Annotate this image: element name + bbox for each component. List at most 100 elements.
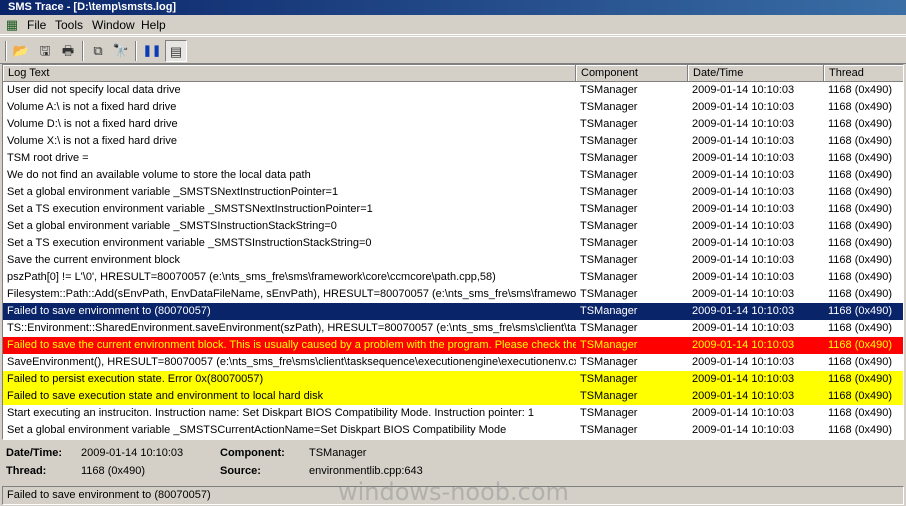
window-title: SMS Trace - [D:\temp\smsts.log] xyxy=(8,1,177,13)
open-icon[interactable]: 📂 xyxy=(10,40,32,62)
app-icon[interactable]: ▦ xyxy=(4,17,20,33)
row-thread: 1168 (0x490) xyxy=(828,424,893,436)
row-thread: 1168 (0x490) xyxy=(828,135,893,147)
row-log-text: Failed to persist execution state. Error… xyxy=(7,373,264,385)
table-row[interactable]: We do not find an available volume to st… xyxy=(3,167,903,184)
column-header-row: Log Text Component Date/Time Thread xyxy=(3,65,903,82)
row-log-text: Filesystem::Path::Add(sEnvPath, EnvDataF… xyxy=(7,288,576,300)
row-log-text: Start executing an instruciton. Instruct… xyxy=(7,407,535,419)
table-row[interactable]: Set a global environment variable _SMSTS… xyxy=(3,184,903,201)
row-thread: 1168 (0x490) xyxy=(828,186,893,198)
menu-bar: ▦ File Tools Window Help xyxy=(0,15,906,35)
row-datetime: 2009-01-14 10:10:03 xyxy=(692,271,795,283)
row-component: TSManager xyxy=(580,305,638,317)
pause-icon[interactable]: ❚❚ xyxy=(141,40,163,62)
source-value: environmentlib.cpp:643 xyxy=(309,465,423,477)
table-row[interactable]: Set a TS execution environment variable … xyxy=(3,235,903,252)
column-log-text[interactable]: Log Text xyxy=(3,65,576,82)
row-component: TSManager xyxy=(580,271,638,283)
toolbar-separator xyxy=(5,41,7,61)
row-component: TSManager xyxy=(580,203,638,215)
row-log-text: Volume X:\ is not a fixed hard drive xyxy=(7,135,177,147)
table-row[interactable]: Failed to save environment to (80070057)… xyxy=(3,303,903,320)
table-row[interactable]: Save the current environment block TSMana… xyxy=(3,252,903,269)
row-datetime: 2009-01-14 10:10:03 xyxy=(692,254,795,266)
row-log-text: Set a global environment variable _SMSTS… xyxy=(7,186,339,198)
row-thread: 1168 (0x490) xyxy=(828,152,893,164)
thread-value: 1168 (0x490) xyxy=(81,465,146,477)
column-thread[interactable]: Thread xyxy=(824,65,903,82)
menu-file[interactable]: File xyxy=(27,18,46,32)
row-log-text: Save the current environment block xyxy=(7,254,181,266)
save-icon[interactable]: 🖫 xyxy=(34,40,56,62)
table-row[interactable]: Volume A:\ is not a fixed hard drive TSMa… xyxy=(3,99,903,116)
row-component: TSManager xyxy=(580,220,638,232)
row-thread: 1168 (0x490) xyxy=(828,169,893,181)
row-datetime: 2009-01-14 10:10:03 xyxy=(692,101,795,113)
datetime-value: 2009-01-14 10:10:03 xyxy=(81,447,184,459)
table-row[interactable]: Filesystem::Path::Add(sEnvPath, EnvDataF… xyxy=(3,286,903,303)
row-component: TSManager xyxy=(580,424,638,436)
column-datetime[interactable]: Date/Time xyxy=(688,65,824,82)
table-row[interactable]: Set a global environment variable _SMSTS… xyxy=(3,218,903,235)
table-row[interactable]: Failed to save the current environment b… xyxy=(3,337,903,354)
copy-icon[interactable]: ⧉ xyxy=(87,40,109,62)
row-datetime: 2009-01-14 10:10:03 xyxy=(692,237,795,249)
table-row[interactable]: TSM root drive = TSManager 2009-01-14 10:1… xyxy=(3,150,903,167)
row-component: TSManager xyxy=(580,322,638,334)
row-thread: 1168 (0x490) xyxy=(828,118,893,130)
row-log-text: TSM root drive = xyxy=(7,152,89,164)
table-row[interactable]: Failed to persist execution state. Error… xyxy=(3,371,903,388)
menu-help[interactable]: Help xyxy=(141,18,166,32)
title-bar: SMS Trace - [D:\temp\smsts.log] xyxy=(0,0,906,15)
row-component: TSManager xyxy=(580,237,638,249)
row-datetime: 2009-01-14 10:10:03 xyxy=(692,288,795,300)
table-row[interactable]: Set a global environment variable _SMSTS… xyxy=(3,422,903,439)
table-row[interactable]: Set a TS execution environment variable … xyxy=(3,201,903,218)
row-datetime: 2009-01-14 10:10:03 xyxy=(692,390,795,402)
row-component: TSManager xyxy=(580,101,638,113)
highlight-icon[interactable]: ▤ xyxy=(165,40,187,62)
row-thread: 1168 (0x490) xyxy=(828,203,893,215)
row-thread: 1168 (0x490) xyxy=(828,373,893,385)
row-datetime: 2009-01-14 10:10:03 xyxy=(692,339,795,351)
row-thread: 1168 (0x490) xyxy=(828,271,893,283)
menu-window[interactable]: Window xyxy=(92,18,135,32)
row-thread: 1168 (0x490) xyxy=(828,84,893,96)
row-thread: 1168 (0x490) xyxy=(828,237,893,249)
column-component[interactable]: Component xyxy=(576,65,688,82)
table-row[interactable]: Failed to save execution state and envir… xyxy=(3,388,903,405)
row-thread: 1168 (0x490) xyxy=(828,254,893,266)
table-row[interactable]: SaveEnvironment(), HRESULT=80070057 (e:\… xyxy=(3,354,903,371)
row-datetime: 2009-01-14 10:10:03 xyxy=(692,220,795,232)
row-thread: 1168 (0x490) xyxy=(828,288,893,300)
row-datetime: 2009-01-14 10:10:03 xyxy=(692,84,795,96)
row-datetime: 2009-01-14 10:10:03 xyxy=(692,135,795,147)
watermark: windows-noob.com xyxy=(338,478,569,506)
row-datetime: 2009-01-14 10:10:03 xyxy=(692,305,795,317)
log-grid[interactable]: Log Text Component Date/Time Thread User… xyxy=(2,64,904,440)
row-thread: 1168 (0x490) xyxy=(828,356,893,368)
table-row[interactable]: User did not specify local data drive TSM… xyxy=(3,82,903,99)
component-label: Component: xyxy=(220,447,285,459)
table-row[interactable]: Volume X:\ is not a fixed hard drive TSMa… xyxy=(3,133,903,150)
menu-tools[interactable]: Tools xyxy=(55,18,83,32)
table-row[interactable]: Volume D:\ is not a fixed hard drive TSMa… xyxy=(3,116,903,133)
row-log-text: We do not find an available volume to st… xyxy=(7,169,311,181)
find-icon[interactable]: 🔭 xyxy=(110,40,132,62)
print-icon[interactable]: 🖶 xyxy=(57,40,79,62)
row-datetime: 2009-01-14 10:10:03 xyxy=(692,407,795,419)
row-component: TSManager xyxy=(580,152,638,164)
row-component: TSManager xyxy=(580,135,638,147)
component-value: TSManager xyxy=(309,447,367,459)
row-datetime: 2009-01-14 10:10:03 xyxy=(692,373,795,385)
row-log-text: Set a TS execution environment variable … xyxy=(7,203,373,215)
table-row[interactable]: Start executing an instruciton. Instruct… xyxy=(3,405,903,422)
table-row[interactable]: pszPath[0] != L'\0', HRESULT=80070057 (e… xyxy=(3,269,903,286)
row-component: TSManager xyxy=(580,390,638,402)
row-thread: 1168 (0x490) xyxy=(828,339,893,351)
row-datetime: 2009-01-14 10:10:03 xyxy=(692,186,795,198)
row-log-text: Failed to save the current environment b… xyxy=(7,339,576,351)
row-thread: 1168 (0x490) xyxy=(828,407,893,419)
table-row[interactable]: TS::Environment::SharedEnvironment.saveE… xyxy=(3,320,903,337)
